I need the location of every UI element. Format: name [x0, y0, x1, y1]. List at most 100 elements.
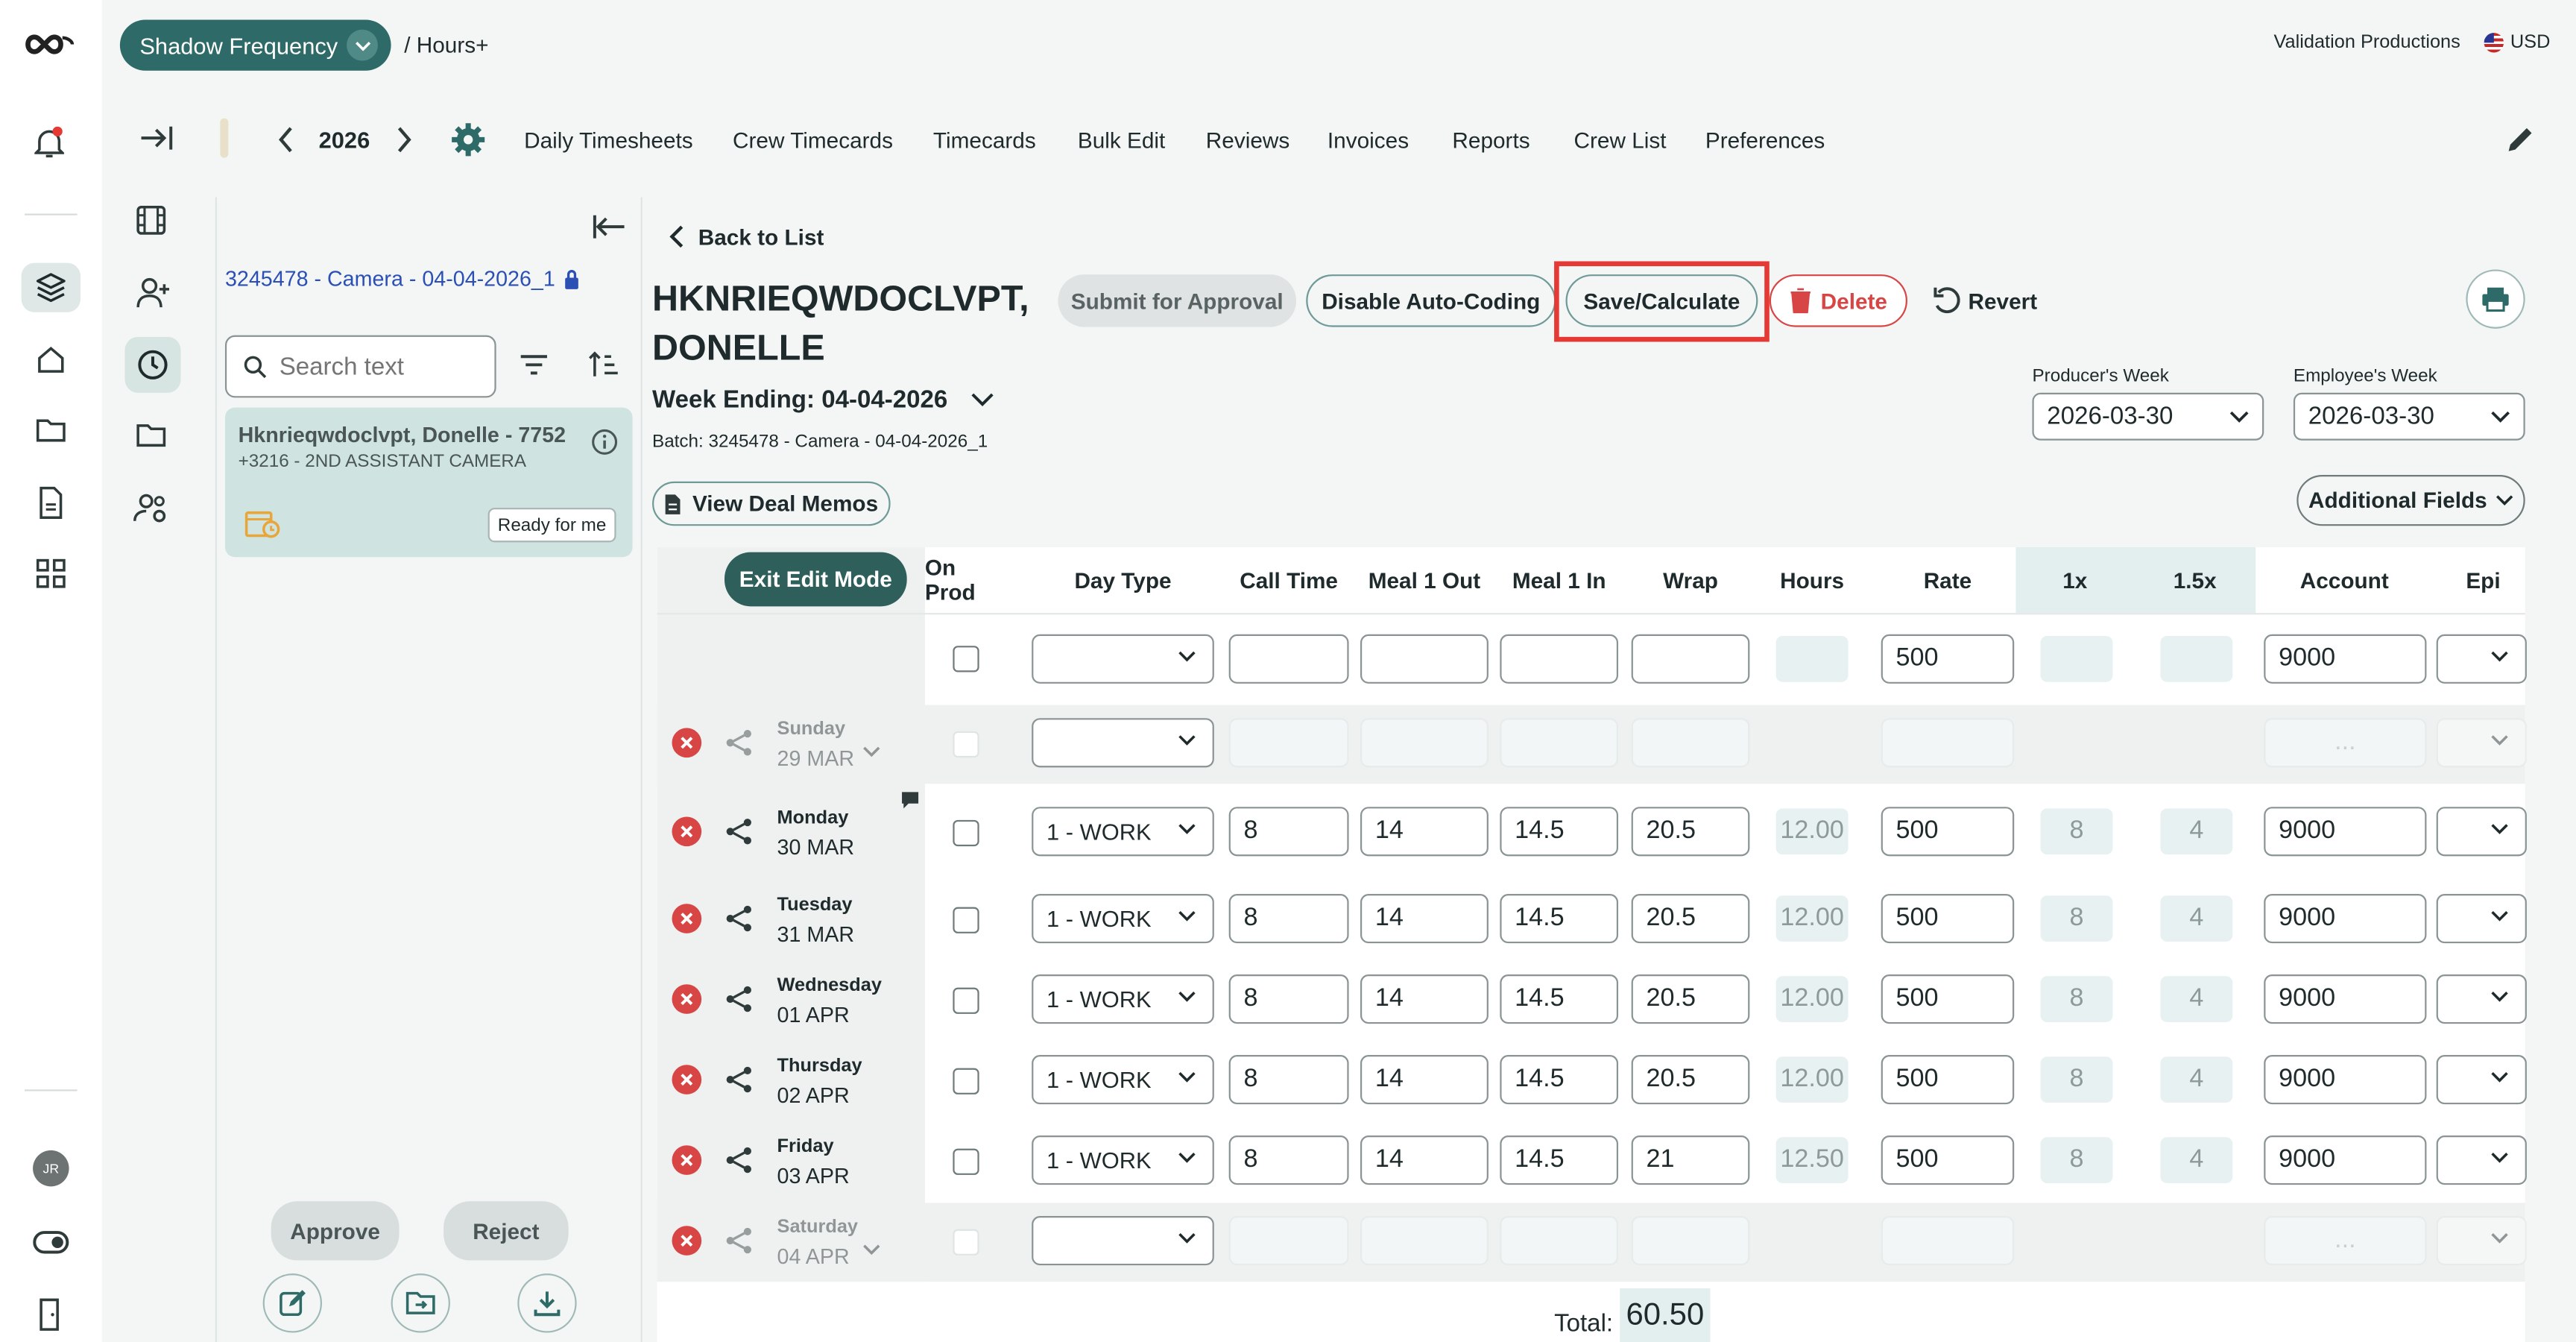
on-prod-checkbox[interactable] [953, 1148, 979, 1175]
expand-sidebar-icon[interactable] [138, 122, 174, 163]
remove-day-icon[interactable] [672, 1065, 702, 1094]
default-meal1-in-input[interactable] [1500, 634, 1619, 684]
wrap-input[interactable]: 20.5 [1631, 894, 1750, 944]
exit-edit-mode-button[interactable]: Exit Edit Mode [724, 552, 907, 607]
epi-select[interactable] [2436, 807, 2527, 857]
timecard-list-item[interactable]: Hknrieqwdoclvpt, Donelle - 7752 +3216 - … [224, 407, 633, 558]
meal1-out-input[interactable]: 14 [1360, 974, 1489, 1024]
meal1-in-input[interactable] [1500, 1216, 1619, 1266]
epi-select[interactable] [2436, 974, 2527, 1024]
nav-reports[interactable]: Reports [1452, 128, 1530, 153]
nav-bulk-edit[interactable]: Bulk Edit [1078, 128, 1165, 153]
meal1-in-input[interactable]: 14.5 [1500, 807, 1619, 857]
collapse-panel-icon[interactable] [591, 212, 627, 250]
wrap-input[interactable]: 21 [1631, 1135, 1750, 1185]
default-account-input[interactable]: 9000 [2264, 634, 2427, 684]
view-deal-memos-button[interactable]: View Deal Memos [652, 481, 891, 526]
edit-note-icon[interactable] [262, 1273, 323, 1333]
sort-icon[interactable] [588, 350, 621, 388]
submit-for-approval-button[interactable]: Submit for Approval [1058, 274, 1297, 327]
epi-select[interactable] [2436, 1055, 2527, 1105]
meal1-out-input[interactable]: 14 [1360, 894, 1489, 944]
day-type-select[interactable]: 1 - WORK [1032, 1135, 1214, 1185]
day-type-select[interactable] [1032, 1216, 1214, 1266]
nav-crew-list[interactable]: Crew List [1574, 128, 1667, 153]
approve-button[interactable]: Approve [271, 1201, 400, 1261]
info-icon[interactable] [591, 429, 618, 463]
revert-button[interactable]: Revert [1932, 286, 2037, 316]
app-logo-icon[interactable] [19, 19, 78, 69]
folder-secondary-icon[interactable] [135, 420, 168, 459]
team-settings-icon[interactable] [131, 491, 171, 536]
meal1-out-input[interactable]: 14 [1360, 1055, 1489, 1105]
move-to-folder-icon[interactable] [391, 1273, 450, 1333]
folder-icon[interactable] [22, 406, 80, 455]
filter-icon[interactable] [519, 353, 549, 385]
remove-day-icon[interactable] [672, 1145, 702, 1175]
back-to-list-link[interactable]: Back to List [669, 224, 824, 250]
default-call-time-input[interactable] [1228, 634, 1349, 684]
additional-fields-button[interactable]: Additional Fields [2296, 474, 2525, 526]
disable-auto-coding-button[interactable]: Disable Auto-Coding [1306, 274, 1556, 327]
share-day-icon[interactable] [724, 904, 754, 942]
meal1-in-input[interactable] [1500, 718, 1619, 768]
account-input[interactable]: 9000 [2264, 974, 2427, 1024]
project-selector[interactable]: Shadow Frequency [119, 19, 391, 71]
rate-input[interactable] [1881, 1216, 2015, 1266]
nav-daily-timesheets[interactable]: Daily Timesheets [524, 128, 693, 153]
default-epi-select[interactable] [2436, 634, 2527, 684]
notifications-bell-icon[interactable] [19, 119, 78, 168]
day-type-select[interactable]: 1 - WORK [1032, 894, 1214, 944]
rate-input[interactable]: 500 [1881, 974, 2015, 1024]
search-box[interactable] [224, 335, 496, 398]
film-icon[interactable] [135, 204, 168, 245]
share-day-icon[interactable] [724, 984, 754, 1022]
account-input[interactable]: ... [2264, 1216, 2427, 1266]
rate-input[interactable]: 500 [1881, 894, 2015, 944]
call-time-input[interactable]: 8 [1228, 1135, 1349, 1185]
rate-input[interactable]: 500 [1881, 1135, 2015, 1185]
epi-select[interactable] [2436, 894, 2527, 944]
share-day-icon[interactable] [724, 816, 754, 854]
clock-icon[interactable] [124, 336, 181, 393]
call-time-input[interactable]: 8 [1228, 807, 1349, 857]
default-meal1-out-input[interactable] [1360, 634, 1489, 684]
call-time-input[interactable]: 8 [1228, 1055, 1349, 1105]
call-time-input[interactable] [1228, 718, 1349, 768]
document-icon[interactable] [22, 478, 80, 527]
meal1-in-input[interactable]: 14.5 [1500, 1055, 1619, 1105]
rate-input[interactable]: 500 [1881, 1055, 2015, 1105]
wrap-input[interactable]: 20.5 [1631, 1055, 1750, 1105]
meal1-in-input[interactable]: 14.5 [1500, 894, 1619, 944]
logout-door-icon[interactable] [22, 1290, 80, 1339]
pencil-edit-icon[interactable] [2504, 123, 2536, 164]
apps-grid-icon[interactable] [22, 549, 80, 598]
on-prod-checkbox[interactable] [953, 1068, 979, 1094]
save-calculate-button[interactable]: Save/Calculate [1565, 274, 1758, 327]
breadcrumb[interactable]: / Hours+ [404, 33, 488, 57]
epi-select[interactable] [2436, 1135, 2527, 1185]
day-type-select[interactable]: 1 - WORK [1032, 974, 1214, 1024]
settings-gear-icon[interactable] [450, 122, 486, 166]
search-input[interactable] [279, 352, 477, 381]
remove-day-icon[interactable] [672, 984, 702, 1014]
on-prod-checkbox[interactable] [953, 819, 979, 847]
account-input[interactable]: 9000 [2264, 1135, 2427, 1185]
remove-day-icon[interactable] [672, 816, 702, 847]
share-day-icon[interactable] [724, 1145, 754, 1183]
wrap-input[interactable] [1631, 718, 1750, 768]
share-day-icon[interactable] [724, 728, 754, 766]
account-input[interactable]: 9000 [2264, 1055, 2427, 1105]
week-ending-selector[interactable]: Week Ending: 04-04-2026 [652, 386, 994, 414]
producers-week-select[interactable]: 2026-03-30 [2032, 392, 2264, 441]
chevron-right-icon[interactable] [394, 125, 414, 163]
nav-timecards[interactable]: Timecards [933, 128, 1036, 153]
reject-button[interactable]: Reject [443, 1201, 569, 1261]
meal1-in-input[interactable]: 14.5 [1500, 1135, 1619, 1185]
on-prod-checkbox[interactable] [953, 731, 979, 758]
print-icon[interactable] [2466, 269, 2525, 329]
wrap-input[interactable]: 20.5 [1631, 974, 1750, 1024]
employees-week-select[interactable]: 2026-03-30 [2293, 392, 2525, 441]
epi-select[interactable] [2436, 718, 2527, 768]
account-input[interactable]: ... [2264, 718, 2427, 768]
